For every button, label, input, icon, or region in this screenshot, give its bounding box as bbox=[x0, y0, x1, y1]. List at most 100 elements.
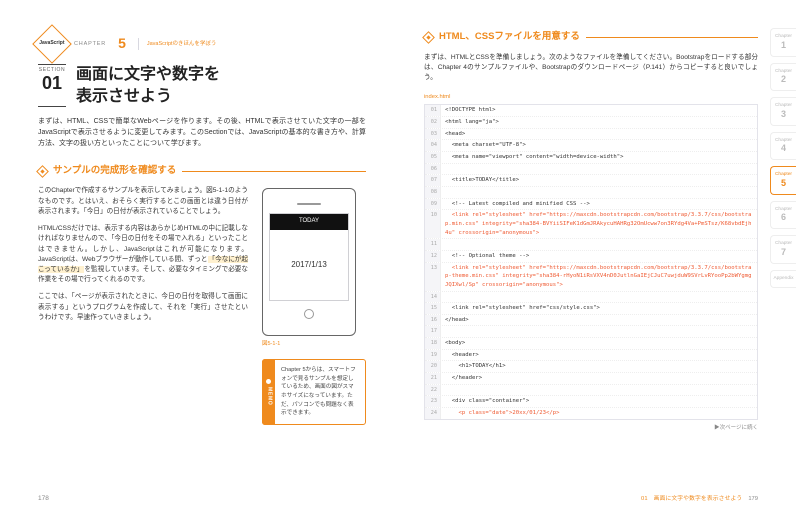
line-number: 14 bbox=[425, 292, 441, 303]
code-row: 13 <link rel="stylesheet" href="https://… bbox=[425, 262, 757, 291]
line-number: 19 bbox=[425, 350, 441, 361]
book-spread: JavaScript CHAPTER 5 JavaScriptのきほんを学ぼう … bbox=[0, 0, 800, 514]
code-content: <p class="date">20xx/01/23</p> bbox=[441, 408, 757, 419]
chapter-subtitle: JavaScriptのきほんを学ぼう bbox=[147, 40, 217, 49]
line-number: 21 bbox=[425, 373, 441, 384]
code-content: <link rel="stylesheet" href="css/style.c… bbox=[441, 303, 757, 314]
line-number: 04 bbox=[425, 140, 441, 151]
page-right: HTML、CSSファイルを用意する まずは、HTMLとCSSを準備しましょう。次… bbox=[400, 0, 800, 514]
chapter-tab[interactable]: Chapter3 bbox=[770, 97, 796, 126]
code-row: 08 bbox=[425, 186, 757, 198]
line-number: 11 bbox=[425, 239, 441, 250]
code-row: 24 <p class="date">20xx/01/23</p> bbox=[425, 407, 757, 419]
line-number: 22 bbox=[425, 385, 441, 396]
code-row: 22 bbox=[425, 384, 757, 396]
chapter-tab[interactable]: Chapter1 bbox=[770, 28, 796, 57]
chapter-number: 5 bbox=[118, 33, 126, 55]
code-filename: index.html bbox=[424, 93, 758, 102]
page-left: JavaScript CHAPTER 5 JavaScriptのきほんを学ぼう … bbox=[0, 0, 400, 514]
line-number: 03 bbox=[425, 129, 441, 140]
phone-screen-date: 2017/1/13 bbox=[270, 230, 348, 301]
memo-tab: MEMO bbox=[262, 359, 275, 425]
code-row: 23 <div class="container"> bbox=[425, 395, 757, 407]
code-content: <div class="container"> bbox=[441, 396, 757, 407]
page-number-right: 179 bbox=[748, 495, 758, 504]
page-title: 画面に文字や数字を 表示させよう bbox=[76, 64, 220, 107]
line-number: 15 bbox=[425, 303, 441, 314]
code-content: <!-- Optional theme --> bbox=[441, 251, 757, 262]
chapter-tab[interactable]: Chapter2 bbox=[770, 63, 796, 92]
code-content bbox=[441, 326, 757, 337]
code-content bbox=[441, 385, 757, 396]
intro-paragraph: まずは、HTML、CSSで簡単なWebページを作ります。その後、HTMLで表示さ… bbox=[38, 117, 366, 150]
line-number: 02 bbox=[425, 117, 441, 128]
line-number: 18 bbox=[425, 338, 441, 349]
chapter-tab[interactable]: Appendix bbox=[770, 270, 796, 288]
code-content bbox=[441, 292, 757, 303]
code-row: 04 <meta charset="UTF-8"> bbox=[425, 139, 757, 151]
code-content: <html lang="ja"> bbox=[441, 117, 757, 128]
chapter-label: CHAPTER bbox=[74, 40, 106, 49]
js-chip-icon: JavaScript bbox=[32, 24, 72, 64]
code-content bbox=[441, 187, 757, 198]
section-heading-1: サンプルの完成形を確認する bbox=[38, 164, 366, 179]
memo-box: MEMO Chapter 5からは、スマートフォンで見るサンプルを想定しているた… bbox=[262, 359, 366, 425]
section-box: SECTION 01 bbox=[38, 64, 66, 107]
code-row: 21 </header> bbox=[425, 372, 757, 384]
phone-speaker-icon bbox=[297, 203, 321, 205]
line-number: 07 bbox=[425, 175, 441, 186]
paragraph: ここでは、「ページが表示されたときに、今日の日付を取得して画面に表示する」という… bbox=[38, 292, 248, 323]
code-content: <link rel="stylesheet" href="https://max… bbox=[441, 210, 757, 238]
line-number: 23 bbox=[425, 396, 441, 407]
line-number: 20 bbox=[425, 361, 441, 372]
code-row: 18<body> bbox=[425, 337, 757, 349]
code-row: 16</head> bbox=[425, 314, 757, 326]
code-row: 12 <!-- Optional theme --> bbox=[425, 250, 757, 262]
code-row: 01<!DOCTYPE html> bbox=[425, 105, 757, 116]
line-number: 24 bbox=[425, 408, 441, 419]
divider bbox=[138, 38, 139, 50]
line-number: 09 bbox=[425, 199, 441, 210]
section-heading-2: HTML、CSSファイルを用意する bbox=[424, 30, 758, 45]
code-content bbox=[441, 239, 757, 250]
code-content: <!DOCTYPE html> bbox=[441, 105, 757, 116]
line-number: 01 bbox=[425, 105, 441, 116]
code-content: <header> bbox=[441, 350, 757, 361]
phone-screen: TODAY 2017/1/13 bbox=[269, 213, 349, 301]
footer-right: 01 画面に文字や数字を表示させよう 179 bbox=[641, 495, 758, 504]
page-number-left: 178 bbox=[38, 494, 49, 504]
code-row: 09 <!-- Latest compiled and minified CSS… bbox=[425, 198, 757, 210]
code-content: <meta name="viewport" content="width=dev… bbox=[441, 152, 757, 163]
code-row: 10 <link rel="stylesheet" href="https://… bbox=[425, 209, 757, 238]
right-intro: まずは、HTMLとCSSを準備しましょう。次のようなファイルを準備してください。… bbox=[424, 53, 758, 84]
code-content: <meta charset="UTF-8"> bbox=[441, 140, 757, 151]
chapter-tab[interactable]: Chapter4 bbox=[770, 132, 796, 161]
footer-section-label: 01 画面に文字や数字を表示させよう bbox=[641, 495, 742, 504]
line-number: 08 bbox=[425, 187, 441, 198]
phone-screen-header: TODAY bbox=[270, 214, 348, 229]
chapter-tab[interactable]: Chapter7 bbox=[770, 235, 796, 264]
chapter-tab[interactable]: Chapter6 bbox=[770, 201, 796, 230]
code-content: <head> bbox=[441, 129, 757, 140]
line-number: 16 bbox=[425, 315, 441, 326]
code-content: <title>TODAY</title> bbox=[441, 175, 757, 186]
line-number: 13 bbox=[425, 263, 441, 291]
code-content: <body> bbox=[441, 338, 757, 349]
code-content: <h1>TODAY</h1> bbox=[441, 361, 757, 372]
code-row: 07 <title>TODAY</title> bbox=[425, 174, 757, 186]
chapter-header: JavaScript CHAPTER 5 JavaScriptのきほんを学ぼう bbox=[38, 30, 366, 58]
continued-note: ▶次ページに続く bbox=[424, 424, 758, 433]
code-content: </header> bbox=[441, 373, 757, 384]
diamond-icon bbox=[36, 165, 49, 178]
paragraph: HTML/CSSだけでは、表示する内容はあらかじめHTMLの中に記載しなければな… bbox=[38, 224, 248, 285]
chapter-tab[interactable]: Chapter5 bbox=[770, 166, 796, 195]
chapter-tabs: Chapter1 Chapter2 Chapter3 Chapter4 Chapter5… bbox=[770, 28, 796, 288]
body-text: このChapterで作成するサンプルを表示してみましょう。図5-1-1のようなも… bbox=[38, 186, 248, 424]
code-content: <link rel="stylesheet" href="https://max… bbox=[441, 263, 757, 291]
figure-column: TODAY 2017/1/13 図5-1-1 MEMO Chapter 5からは… bbox=[262, 186, 366, 424]
code-content: </head> bbox=[441, 315, 757, 326]
code-listing: 01<!DOCTYPE html>02<html lang="ja">03<he… bbox=[424, 104, 758, 419]
two-column-layout: このChapterで作成するサンプルを表示してみましょう。図5-1-1のようなも… bbox=[38, 186, 366, 424]
code-content: <!-- Latest compiled and minified CSS --… bbox=[441, 199, 757, 210]
phone-home-icon bbox=[304, 309, 314, 319]
